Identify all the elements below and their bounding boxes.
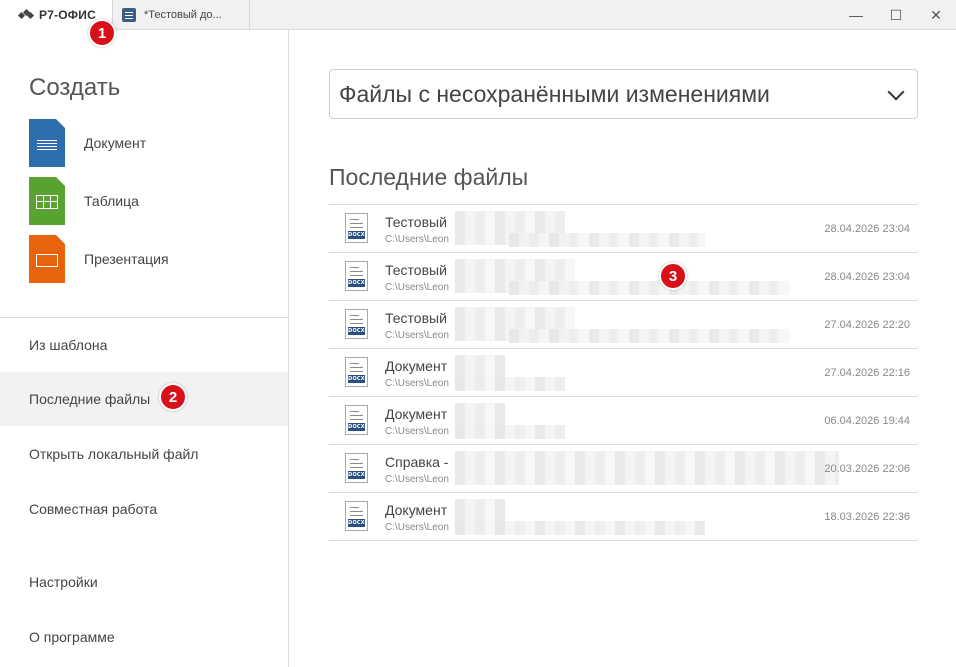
dropdown-value: Файлы с несохранёнными изменениями bbox=[339, 80, 770, 107]
file-path: C:\Users\Leon bbox=[385, 330, 449, 341]
file-type-label: DOCX bbox=[348, 231, 365, 239]
nav-settings[interactable]: Настройки bbox=[0, 555, 288, 609]
logo-icon bbox=[17, 8, 35, 20]
redacted-area bbox=[509, 281, 789, 295]
docx-file-icon: DOCX bbox=[345, 405, 368, 435]
create-title: Создать bbox=[29, 74, 121, 101]
file-row[interactable]: DOCX Документ C:\Users\Leon 18.03.2026 2… bbox=[329, 493, 918, 541]
docx-file-icon: DOCX bbox=[345, 261, 368, 291]
file-name: Тестовый bbox=[385, 214, 447, 230]
file-row[interactable]: DOCX Справка - C:\Users\Leon 20.03.2026 … bbox=[329, 445, 918, 493]
tab-document[interactable]: *Тестовый до... bbox=[113, 0, 250, 30]
file-path: C:\Users\Leon bbox=[385, 426, 449, 437]
file-date: 27.04.2026 22:16 bbox=[824, 367, 910, 379]
tab-document-label: *Тестовый до... bbox=[144, 9, 222, 21]
file-name: Документ bbox=[385, 406, 448, 422]
spreadsheet-icon bbox=[29, 177, 65, 225]
document-icon bbox=[29, 119, 65, 167]
file-row[interactable]: DOCX Тестовый C:\Users\Leon 27.04.2026 2… bbox=[329, 301, 918, 349]
file-path: C:\Users\Leon bbox=[385, 282, 449, 293]
nav-recent-files[interactable]: Последние файлы bbox=[0, 372, 288, 426]
file-path: C:\Users\Leon bbox=[385, 522, 449, 533]
minimize-button[interactable]: — bbox=[836, 0, 876, 30]
nav-collaboration[interactable]: Совместная работа bbox=[0, 482, 288, 536]
file-row[interactable]: DOCX Документ C:\Users\Leon 06.04.2026 1… bbox=[329, 397, 918, 445]
create-spreadsheet-label: Таблица bbox=[84, 193, 139, 209]
file-name: Документ bbox=[385, 502, 448, 518]
docx-file-icon: DOCX bbox=[345, 309, 368, 339]
nav-open-local-file[interactable]: Открыть локальный файл bbox=[0, 427, 288, 481]
app-logo-text: Р7-ОФИС bbox=[39, 8, 96, 22]
left-panel: Создать Документ Таблица Презентация Из … bbox=[0, 30, 289, 667]
redacted-area bbox=[455, 451, 839, 485]
annotation-badge-3: 3 bbox=[659, 262, 687, 290]
docx-file-icon: DOCX bbox=[345, 213, 368, 243]
file-type-label: DOCX bbox=[348, 375, 365, 383]
redacted-area bbox=[509, 329, 789, 343]
create-document-button[interactable]: Документ bbox=[29, 119, 269, 167]
redacted-area bbox=[455, 377, 565, 391]
redacted-area bbox=[455, 521, 705, 535]
redacted-area bbox=[509, 233, 705, 247]
annotation-badge-1: 1 bbox=[88, 19, 116, 47]
file-name: Тестовый bbox=[385, 262, 447, 278]
file-row[interactable]: DOCX Документ C:\Users\Leon 27.04.2026 2… bbox=[329, 349, 918, 397]
file-type-label: DOCX bbox=[348, 519, 365, 527]
chevron-down-icon bbox=[887, 83, 905, 101]
create-presentation-label: Презентация bbox=[84, 251, 169, 267]
file-date: 27.04.2026 22:20 bbox=[824, 319, 910, 331]
presentation-icon bbox=[29, 235, 65, 283]
docx-file-icon: DOCX bbox=[345, 453, 368, 483]
files-filter-dropdown[interactable]: Файлы с несохранёнными изменениями bbox=[329, 69, 918, 119]
file-path: C:\Users\Leon bbox=[385, 234, 449, 245]
file-name: Справка - bbox=[385, 454, 449, 470]
file-date: 20.03.2026 22:06 bbox=[824, 463, 910, 475]
file-type-label: DOCX bbox=[348, 279, 365, 287]
file-path: C:\Users\Leon bbox=[385, 378, 449, 389]
create-spreadsheet-button[interactable]: Таблица bbox=[29, 177, 269, 225]
redacted-area bbox=[455, 425, 565, 439]
annotation-badge-2: 2 bbox=[159, 383, 187, 411]
file-type-label: DOCX bbox=[348, 423, 365, 431]
docx-file-icon: DOCX bbox=[345, 501, 368, 531]
recent-files-title: Последние файлы bbox=[329, 164, 529, 190]
document-icon bbox=[122, 8, 136, 22]
file-date: 18.03.2026 22:36 bbox=[824, 511, 910, 523]
close-button[interactable]: ✕ bbox=[916, 0, 956, 30]
file-date: 06.04.2026 19:44 bbox=[824, 415, 910, 427]
recent-files-list: DOCX Тестовый C:\Users\Leon 28.04.2026 2… bbox=[329, 204, 918, 541]
file-name: Документ bbox=[385, 358, 448, 374]
file-type-label: DOCX bbox=[348, 471, 365, 479]
create-presentation-button[interactable]: Презентация bbox=[29, 235, 269, 283]
file-date: 28.04.2026 23:04 bbox=[824, 223, 910, 235]
nav-from-template[interactable]: Из шаблона bbox=[0, 318, 288, 372]
file-date: 28.04.2026 23:04 bbox=[824, 271, 910, 283]
main-content: Файлы с несохранёнными изменениями После… bbox=[290, 30, 956, 667]
file-type-label: DOCX bbox=[348, 327, 365, 335]
file-row[interactable]: DOCX Тестовый C:\Users\Leon 28.04.2026 2… bbox=[329, 253, 918, 301]
file-name: Тестовый bbox=[385, 310, 447, 326]
file-path: C:\Users\Leon bbox=[385, 474, 449, 485]
file-row[interactable]: DOCX Тестовый C:\Users\Leon 28.04.2026 2… bbox=[329, 205, 918, 253]
maximize-button[interactable]: ☐ bbox=[876, 0, 916, 30]
title-bar: Р7-ОФИС *Тестовый до... — ☐ ✕ bbox=[0, 0, 956, 30]
docx-file-icon: DOCX bbox=[345, 357, 368, 387]
nav-about[interactable]: О программе bbox=[0, 610, 288, 664]
create-document-label: Документ bbox=[84, 135, 147, 151]
